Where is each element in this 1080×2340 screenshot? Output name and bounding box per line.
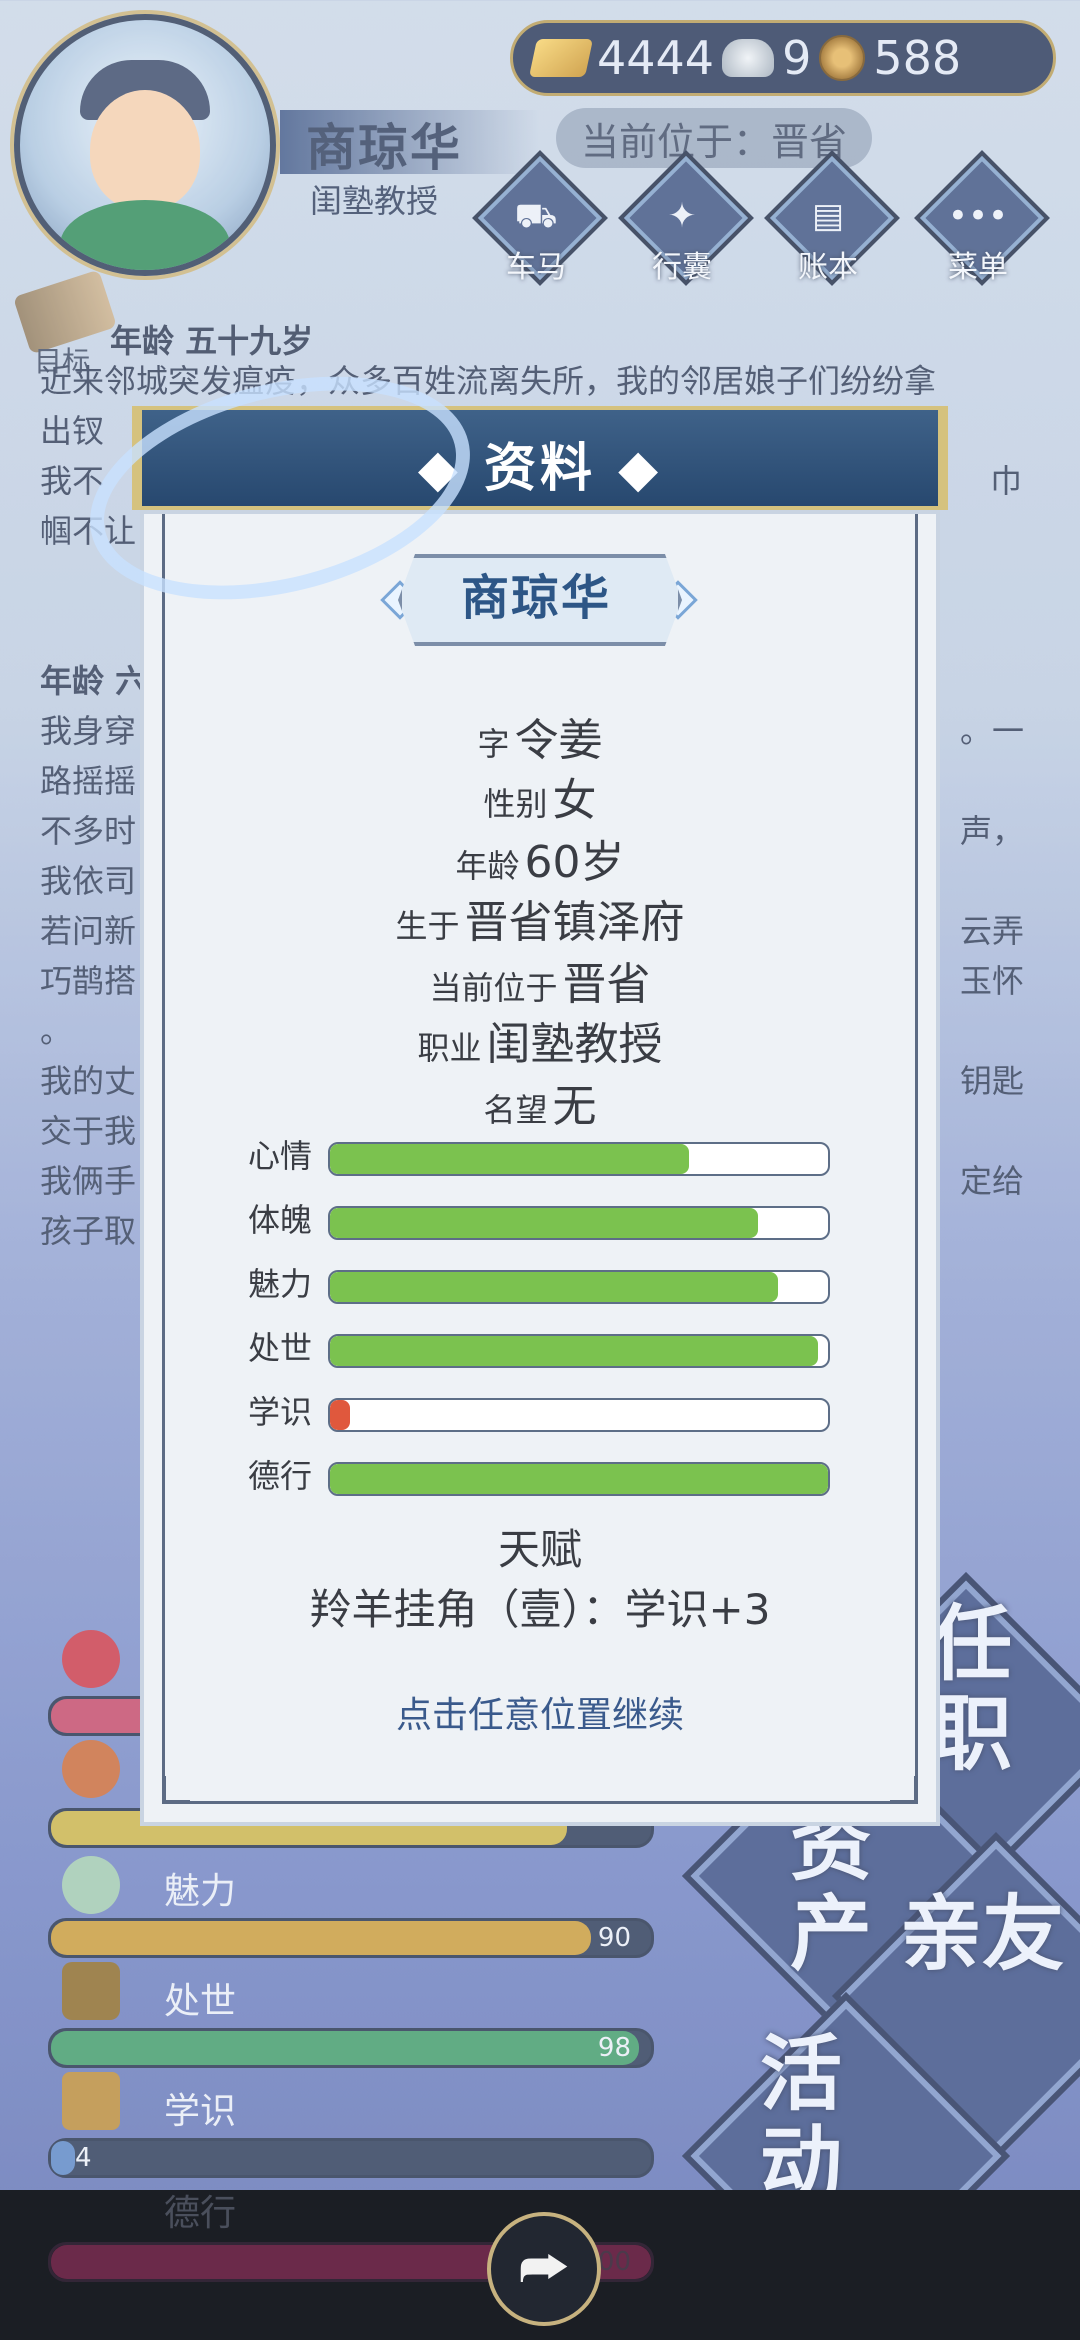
stat-bar-fill	[330, 1208, 759, 1238]
talent-heading: 天赋	[497, 1525, 582, 1574]
field-birthplace: 生于 晋省镇泽府	[395, 897, 685, 948]
field-reputation: 名望 无	[483, 1081, 597, 1132]
field-location: 当前位于 晋省	[429, 959, 651, 1010]
bg-stat-name: 德行	[164, 2193, 237, 2234]
diamond-icon: ◆	[596, 439, 663, 499]
stat-physique: 体魄	[248, 1200, 838, 1240]
continue-hint[interactable]: 点击任意位置继续	[136, 1686, 944, 1738]
stat-charm: 魅力	[248, 1264, 838, 1304]
stat-virtue: 德行	[248, 1456, 838, 1496]
stat-mood: 心情	[248, 1136, 838, 1176]
stat-bar	[328, 1398, 830, 1432]
talent-description: 羚羊挂角（壹）：学识+3	[309, 1585, 771, 1634]
stat-bar-fill	[330, 1272, 779, 1302]
field-courtesy-name: 字 令姜	[477, 715, 603, 766]
stat-bar-fill	[330, 1400, 350, 1430]
stat-bar	[328, 1334, 830, 1368]
stat-bar	[328, 1206, 830, 1240]
field-gender: 性别 女	[483, 775, 597, 826]
profile-name: 商琼华	[460, 570, 611, 626]
stat-bar-fill	[330, 1144, 689, 1174]
stat-bar-fill	[330, 1464, 828, 1494]
stat-knowledge: 学识	[248, 1392, 838, 1432]
stat-bar	[328, 1462, 830, 1496]
frame-corner	[162, 1776, 190, 1804]
stat-bar	[328, 1142, 830, 1176]
stat-bar-fill	[330, 1336, 819, 1366]
frame-corner	[890, 1776, 918, 1804]
profile-modal[interactable]: ◆ 资料 ◆ 商琼华 字 令姜 性别 女 年龄 60岁 生于 晋省镇泽府 当前位…	[66, 340, 948, 1826]
field-occupation: 职业 闺塾教授	[417, 1019, 663, 1070]
share-button[interactable]: ⮫	[487, 2212, 601, 2326]
stat-bar	[328, 1270, 830, 1304]
field-age: 年龄 60岁	[455, 837, 625, 888]
stat-worldliness: 处世	[248, 1328, 838, 1368]
share-icon: ⮫	[518, 2237, 570, 2300]
